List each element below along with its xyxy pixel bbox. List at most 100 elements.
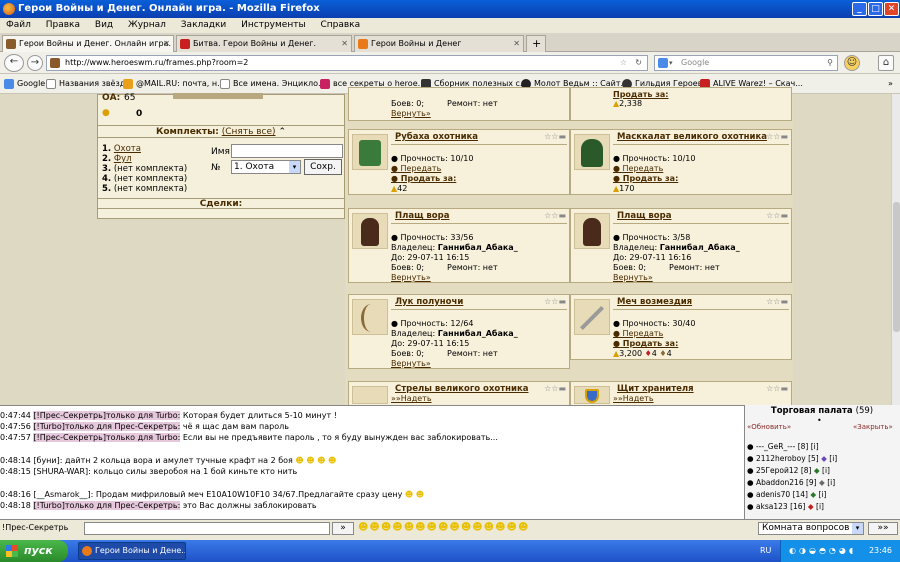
set-number-select[interactable]: 1. Охота ▾	[231, 160, 301, 174]
menu-help[interactable]: Справка	[320, 20, 360, 30]
sell-link[interactable]: Продать за:	[613, 90, 669, 99]
list-item[interactable]: ● 25Герой12 [8] ◆ [i]	[747, 465, 837, 477]
item-name[interactable]: Рубаха охотника	[395, 132, 478, 142]
tab-battle[interactable]: Битва. Герои Войны и Денег. ✕	[176, 35, 352, 52]
info-icon[interactable]: [i]	[829, 454, 837, 463]
refresh-link[interactable]: «Обновить»	[747, 423, 791, 431]
window-title-bar: Герои Войны и Денег. Онлайн игра. - Mozi…	[0, 0, 900, 18]
set-item-1[interactable]: 1. Охота	[102, 144, 187, 154]
sell-link[interactable]: ● Продать за:	[613, 339, 678, 348]
chevron-down-icon[interactable]: ▾	[669, 56, 673, 70]
send-button[interactable]: »	[332, 522, 354, 535]
bookmark-item[interactable]: Google	[4, 74, 45, 93]
return-link[interactable]: Вернуть»	[391, 359, 431, 368]
info-icon[interactable]: [i]	[827, 478, 835, 487]
set-name-input[interactable]	[231, 144, 343, 158]
owner-text: Владелец: Ганнибал_Абака_	[391, 329, 518, 338]
tab-heroes[interactable]: Герои Войны и Денег ✕	[354, 35, 524, 52]
list-item[interactable]: ● Abaddon216 [9] ◆ [i]	[747, 477, 837, 489]
home-icon[interactable]: ⌂	[878, 55, 894, 71]
transfer-link[interactable]: ● Передать	[613, 164, 663, 173]
bookmark-item[interactable]: Названия звёзд	[46, 74, 125, 93]
search-input[interactable]: ▾ Google ⚲	[654, 55, 838, 71]
set-item-2[interactable]: 2. Фул	[102, 154, 187, 164]
start-button[interactable]: пуск	[0, 540, 68, 562]
close-tab-icon[interactable]: ✕	[513, 36, 520, 51]
item-name[interactable]: Щит хранителя	[617, 384, 694, 394]
sell-link[interactable]: ● Продать за:	[613, 174, 678, 183]
item-name[interactable]: Плащ вора	[395, 211, 449, 221]
oa-label: ОА:	[102, 93, 121, 103]
addon-icon[interactable]: ☺	[844, 55, 860, 71]
trade-title: Торговая палата (59)	[770, 406, 874, 416]
close-link[interactable]: «Закрыть»	[853, 423, 893, 431]
transfer-link[interactable]: ● Передать	[613, 329, 663, 338]
star-icon[interactable]: ☆	[620, 56, 627, 70]
chat-message-input[interactable]	[84, 522, 330, 535]
page-scrollbar[interactable]	[891, 94, 900, 405]
list-item[interactable]: ● adenis70 [14] ◆ [i]	[747, 489, 837, 501]
chevron-down-icon[interactable]: ▾	[852, 523, 863, 534]
search-icon[interactable]: ⚲	[827, 56, 833, 70]
menu-file[interactable]: Файл	[6, 20, 31, 30]
menu-bar: Файл Правка Вид Журнал Закладки Инструме…	[0, 18, 900, 33]
language-indicator[interactable]: RU	[760, 540, 771, 562]
forward-button[interactable]: →	[27, 55, 43, 71]
remove-all-link[interactable]: (Снять все)	[222, 127, 276, 137]
list-item[interactable]: ● ---_GeR_--- [8] [i]	[747, 441, 837, 453]
item-name[interactable]: Меч возмездия	[617, 297, 692, 307]
bookmark-item[interactable]: Все имена. Энцикло...	[220, 74, 326, 93]
maximize-button[interactable]: □	[868, 2, 883, 16]
bookmark-item[interactable]: @MAIL.RU: почта, н...	[123, 74, 225, 93]
info-icon[interactable]: [i]	[811, 442, 819, 451]
reload-icon[interactable]: ↻	[635, 56, 642, 70]
item-name[interactable]: Масккалат великого охотника	[617, 132, 767, 142]
sell-link[interactable]: ● Продать за:	[391, 174, 456, 183]
scrollbar-thumb[interactable]	[893, 202, 900, 332]
smileys-icon[interactable]: ☻☻☻☻☻☻☻☻☻☻☻☻☻☻☻	[358, 522, 529, 533]
minimize-button[interactable]: _	[852, 2, 867, 16]
wear-link[interactable]: »»Надеть	[391, 394, 432, 403]
menu-edit[interactable]: Правка	[46, 20, 80, 30]
durability-text: ● Прочность: 10/10	[613, 154, 696, 163]
list-item[interactable]: ● 2112heroboy [5] ◆ [i]	[747, 453, 837, 465]
menu-history[interactable]: Журнал	[128, 20, 166, 30]
item-name[interactable]: Стрелы великого охотника	[395, 384, 528, 394]
close-tab-icon[interactable]: ✕	[163, 36, 170, 51]
return-link[interactable]: Вернуть»	[391, 273, 431, 282]
room-select[interactable]: Комната вопросов ▾	[758, 522, 864, 535]
collapse-icon[interactable]: ⌃	[278, 127, 286, 137]
info-icon[interactable]: [i]	[819, 490, 827, 499]
go-room-button[interactable]: »»	[868, 522, 898, 535]
chevron-down-icon[interactable]: ▾	[289, 161, 300, 173]
bookmarks-overflow-icon[interactable]: »	[888, 74, 893, 93]
bullet-icon: •	[817, 416, 822, 425]
list-item[interactable]: ● aksa123 [16] ◆ [i]	[747, 501, 837, 513]
tray-icons[interactable]: ◐◑◒◓◔◕◖	[789, 546, 856, 555]
save-set-button[interactable]: Сохр.	[304, 159, 342, 175]
wear-link[interactable]: »»Надеть	[613, 394, 654, 403]
menu-bookmarks[interactable]: Закладки	[181, 20, 227, 30]
return-link[interactable]: Вернуть»	[391, 109, 431, 118]
taskbar-item-firefox[interactable]: Герои Войны и Дене...	[78, 542, 186, 560]
bookmark-label: Все имена. Энцикло...	[233, 79, 326, 88]
tab-game[interactable]: Герои Войны и Денег. Онлайн игра. ✕	[2, 35, 174, 52]
item-name[interactable]: Плащ вора	[617, 211, 671, 221]
new-tab-button[interactable]: +	[526, 35, 546, 52]
return-link[interactable]: Вернуть»	[613, 273, 653, 282]
back-button[interactable]: ←	[4, 54, 24, 72]
menu-view[interactable]: Вид	[95, 20, 113, 30]
info-icon[interactable]: [i]	[822, 466, 830, 475]
menu-tools[interactable]: Инструменты	[241, 20, 305, 30]
url-bar[interactable]: http://www.heroeswm.ru/frames.php?room=2…	[46, 55, 648, 71]
clock[interactable]: 23:46	[869, 540, 892, 562]
close-tab-icon[interactable]: ✕	[341, 36, 348, 51]
item-card-partial: Боев: 0; Ремонт: нет Вернуть»	[348, 87, 570, 121]
google-icon	[658, 58, 668, 68]
close-button[interactable]: ✕	[884, 2, 899, 16]
transfer-link[interactable]: ● Передать	[391, 164, 441, 173]
item-name[interactable]: Лук полуночи	[395, 297, 463, 307]
item-card: Стрелы великого охотника ☆☆▬ »»Надеть	[348, 381, 570, 405]
info-icon[interactable]: [i]	[816, 502, 824, 511]
equipment-icons	[173, 93, 263, 99]
